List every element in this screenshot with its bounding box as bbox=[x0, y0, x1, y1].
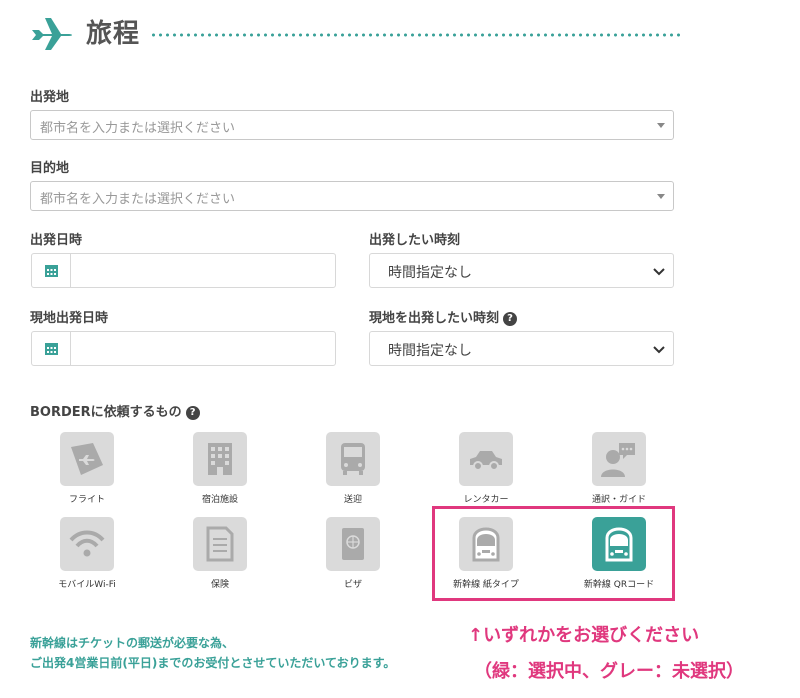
selection-highlight-frame bbox=[432, 506, 675, 601]
flight-icon bbox=[60, 432, 114, 486]
local-time-label: 現地を出発したい時刻? bbox=[369, 307, 518, 326]
calendar-icon bbox=[45, 265, 58, 277]
bus-icon bbox=[326, 432, 380, 486]
help-icon[interactable]: ? bbox=[185, 406, 200, 420]
annotation-line2: （緑：選択中、グレー：未選択） bbox=[474, 661, 744, 682]
caret-down-icon bbox=[657, 194, 665, 199]
service-transfer[interactable]: 送迎 bbox=[298, 432, 408, 512]
service-label: レンタカー bbox=[463, 495, 509, 505]
services-label-text: BORDERに依頼するもの bbox=[30, 405, 182, 420]
page-title: 旅程 bbox=[86, 19, 141, 49]
services-label: BORDERに依頼するもの? bbox=[30, 401, 200, 420]
service-insurance[interactable]: 保険 bbox=[165, 517, 275, 597]
service-visa[interactable]: ビザ bbox=[298, 517, 408, 597]
service-label: モバイルWi-Fi bbox=[58, 580, 116, 590]
service-label: 通訳・ガイド bbox=[591, 495, 646, 505]
car-icon bbox=[459, 432, 513, 486]
local-time-value: 時間指定なし bbox=[388, 343, 472, 359]
local-time-label-text: 現地を出発したい時刻 bbox=[369, 311, 500, 326]
departure-date-label: 出発日時 bbox=[30, 233, 83, 248]
help-icon[interactable]: ? bbox=[503, 312, 518, 326]
local-time-select[interactable]: 時間指定なし bbox=[369, 331, 674, 366]
annotation-line1: ↑いずれかをお選びください bbox=[468, 625, 700, 646]
departure-time-select[interactable]: 時間指定なし bbox=[369, 253, 674, 288]
wifi-icon bbox=[60, 517, 114, 571]
service-label: 送迎 bbox=[343, 495, 362, 505]
shinkansen-note-line2: ご出発4営業日前(平日)までのお受付とさせていただいております。 bbox=[30, 656, 396, 670]
service-rental-car[interactable]: レンタカー bbox=[431, 432, 541, 512]
local-date-input[interactable] bbox=[31, 331, 336, 366]
service-label: ビザ bbox=[343, 580, 362, 590]
destination-placeholder: 都市名を入力または選択ください bbox=[40, 192, 236, 207]
departure-time-value: 時間指定なし bbox=[388, 265, 472, 281]
departure-select[interactable]: 都市名を入力または選択ください bbox=[30, 110, 674, 140]
service-flight[interactable]: フライト bbox=[32, 432, 142, 512]
document-icon bbox=[193, 517, 247, 571]
calendar-button[interactable] bbox=[32, 332, 71, 365]
service-guide[interactable]: 通訳・ガイド bbox=[564, 432, 674, 512]
service-label: フライト bbox=[68, 495, 105, 505]
chevron-down-icon bbox=[653, 268, 665, 276]
calendar-icon bbox=[45, 343, 58, 355]
chevron-down-icon bbox=[653, 346, 665, 354]
local-date-label: 現地出発日時 bbox=[30, 311, 109, 326]
guide-icon bbox=[592, 432, 646, 486]
passport-icon bbox=[326, 517, 380, 571]
service-wifi[interactable]: モバイルWi-Fi bbox=[32, 517, 142, 597]
departure-date-input[interactable] bbox=[31, 253, 336, 288]
shinkansen-note-line1: 新幹線はチケットの郵送が必要な為、 bbox=[30, 636, 235, 650]
departure-placeholder: 都市名を入力または選択ください bbox=[40, 121, 236, 136]
destination-select[interactable]: 都市名を入力または選択ください bbox=[30, 181, 674, 211]
service-hotel[interactable]: 宿泊施設 bbox=[165, 432, 275, 512]
caret-down-icon bbox=[657, 123, 665, 128]
section-header: 旅程 bbox=[30, 14, 680, 54]
destination-label: 目的地 bbox=[30, 161, 70, 176]
departure-time-label: 出発したい時刻 bbox=[369, 233, 461, 248]
calendar-button[interactable] bbox=[32, 254, 71, 287]
service-label: 保険 bbox=[210, 580, 229, 590]
hotel-icon bbox=[193, 432, 247, 486]
title-dotted-rule bbox=[150, 33, 680, 37]
airplane-icon bbox=[32, 18, 72, 50]
service-label: 宿泊施設 bbox=[201, 495, 238, 505]
departure-label: 出発地 bbox=[30, 90, 70, 105]
